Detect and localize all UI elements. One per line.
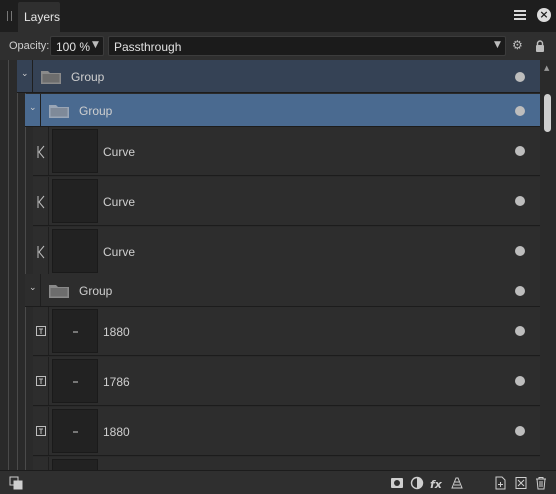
text-layer-icon: [33, 357, 49, 405]
expand-toggle[interactable]: ⌄: [25, 94, 41, 126]
adjustment-icon[interactable]: [410, 476, 424, 490]
grip-icon[interactable]: [7, 11, 13, 21]
delete-icon[interactable]: [534, 476, 548, 490]
layer-type-icon: [33, 457, 49, 470]
visibility-dot[interactable]: [515, 246, 525, 256]
layer-thumbnail: [52, 129, 98, 173]
layer-thumbnail: [52, 309, 98, 353]
visibility-dot[interactable]: [515, 326, 525, 336]
layer-name: Curve: [103, 195, 136, 209]
layer-thumbnail: [52, 359, 98, 403]
layer-name: Group: [71, 70, 105, 84]
chevron-down-icon: ▼: [92, 40, 99, 50]
layer-name: 1880: [103, 325, 130, 339]
fx-icon[interactable]: fx: [430, 476, 444, 490]
expand-toggle[interactable]: ⌄: [25, 274, 41, 306]
layer-name: Curve: [103, 145, 136, 159]
layer-row-curve[interactable]: Curve: [33, 127, 540, 176]
tab-label: Layers: [24, 10, 61, 24]
layer-name: 1786: [103, 375, 130, 389]
visibility-dot[interactable]: [515, 286, 525, 296]
text-layer-icon: [33, 307, 49, 355]
chevron-down-icon: ▼: [494, 40, 501, 50]
visibility-dot[interactable]: [515, 106, 525, 116]
layers-toolbar: fx: [0, 470, 556, 494]
text-layer-icon: [33, 407, 49, 455]
layer-thumbnail: [52, 409, 98, 453]
add-group-icon[interactable]: [514, 476, 528, 490]
layer-row-text[interactable]: 1880: [33, 407, 540, 456]
layer-name: Group: [79, 284, 113, 298]
tree-guide: [17, 60, 18, 470]
layer-name: 1880: [103, 425, 130, 439]
layer-options-bar: Opacity: 100 % ▼ Passthrough ▼ ⚙: [0, 32, 556, 60]
visibility-dot[interactable]: [515, 196, 525, 206]
visibility-dot[interactable]: [515, 146, 525, 156]
layer-row-group[interactable]: ⌄ Group: [25, 274, 540, 307]
curve-icon: [33, 177, 49, 225]
layer-thumbnail: [52, 459, 98, 470]
layer-row-curve[interactable]: Curve: [33, 227, 540, 276]
layer-thumbnail: [52, 229, 98, 273]
layer-thumbnail: [52, 179, 98, 223]
opacity-value: 100 %: [56, 40, 91, 54]
curve-icon: [33, 127, 49, 175]
opacity-select[interactable]: 100 % ▼: [50, 36, 104, 56]
layer-row-partial[interactable]: [33, 457, 540, 470]
folder-icon: [49, 285, 69, 298]
layer-row-text[interactable]: 1880: [33, 307, 540, 356]
svg-text:fx: fx: [430, 478, 443, 490]
live-filter-icon[interactable]: [450, 476, 464, 490]
visibility-dot[interactable]: [515, 72, 525, 82]
add-layer-icon[interactable]: [494, 476, 508, 490]
panel-titlebar: Layers ×: [0, 0, 556, 32]
gear-icon[interactable]: ⚙: [512, 39, 524, 51]
close-icon[interactable]: ×: [537, 8, 551, 22]
arrange-icon[interactable]: [9, 476, 23, 490]
scrollbar[interactable]: ▲: [540, 60, 556, 470]
folder-icon: [41, 71, 61, 84]
visibility-dot[interactable]: [515, 376, 525, 386]
blend-mode-select[interactable]: Passthrough ▼: [108, 36, 506, 56]
menu-icon[interactable]: [514, 10, 526, 21]
chevron-down-icon: ⌄: [29, 283, 37, 293]
layer-row-text[interactable]: 1786: [33, 357, 540, 406]
layers-list[interactable]: ⌄ Group ⌄ Group Curve Curve Curve ⌄ Grou…: [0, 60, 556, 470]
tab-layers[interactable]: Layers: [18, 2, 60, 32]
tree-guide: [8, 60, 9, 470]
expand-toggle[interactable]: ⌄: [17, 60, 33, 92]
layer-row-group[interactable]: ⌄ Group: [17, 60, 540, 93]
layer-row-group-selected[interactable]: ⌄ Group: [25, 94, 540, 127]
scroll-thumb[interactable]: [544, 94, 551, 132]
layer-row-curve[interactable]: Curve: [33, 177, 540, 226]
folder-icon: [49, 105, 69, 118]
curve-icon: [33, 227, 49, 275]
layer-name: Curve: [103, 245, 136, 259]
visibility-dot[interactable]: [515, 426, 525, 436]
lock-icon[interactable]: [535, 40, 545, 52]
opacity-label: Opacity:: [9, 40, 50, 52]
chevron-down-icon: ⌄: [21, 69, 29, 79]
layer-name: Group: [79, 104, 113, 118]
scroll-up-icon[interactable]: ▲: [544, 64, 549, 72]
chevron-down-icon: ⌄: [29, 103, 37, 113]
mask-icon[interactable]: [390, 476, 404, 490]
blend-mode-value: Passthrough: [114, 40, 182, 54]
